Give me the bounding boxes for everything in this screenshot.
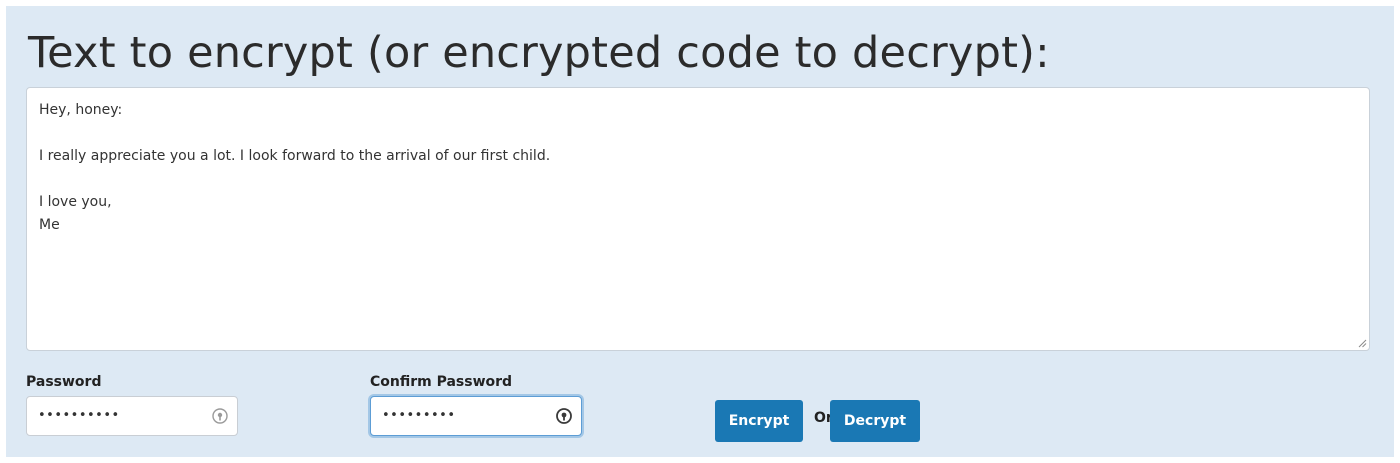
confirm-password-label: Confirm Password xyxy=(370,374,513,390)
resize-grip-icon[interactable] xyxy=(1358,339,1367,348)
page-title: Text to encrypt (or encrypted code to de… xyxy=(28,28,1050,78)
encrypt-form-panel: Text to encrypt (or encrypted code to de… xyxy=(6,6,1394,457)
confirm-password-masked-value: ••••••••• xyxy=(382,408,456,423)
password-masked-value: •••••••••• xyxy=(38,408,120,423)
password-input[interactable]: •••••••••• xyxy=(26,396,238,436)
password-manager-icon[interactable] xyxy=(211,407,229,425)
password-label: Password xyxy=(26,374,102,390)
decrypt-button[interactable]: Decrypt xyxy=(830,400,920,442)
password-manager-icon[interactable] xyxy=(555,407,573,425)
message-textarea[interactable]: Hey, honey: I really appreciate you a lo… xyxy=(26,87,1370,351)
encrypt-button[interactable]: Encrypt xyxy=(715,400,803,442)
confirm-password-input[interactable]: ••••••••• xyxy=(370,396,582,436)
